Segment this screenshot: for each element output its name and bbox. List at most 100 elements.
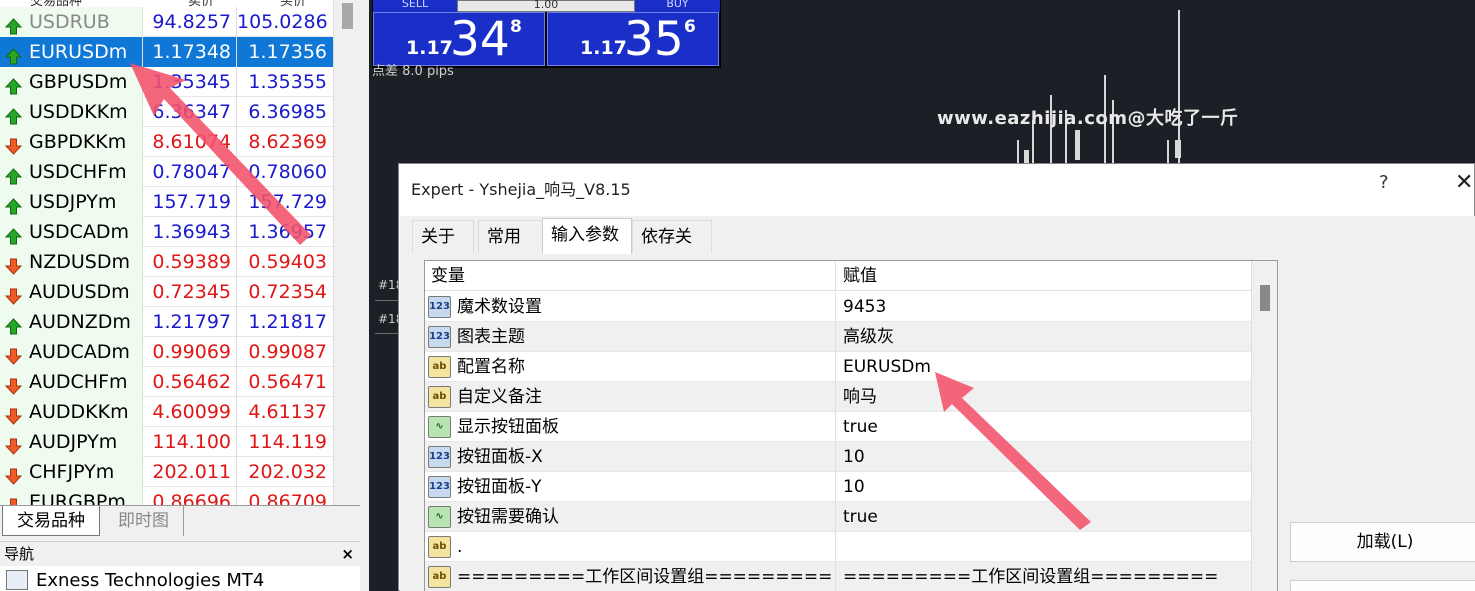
symbol-cell[interactable]: AUDUSDm [0, 277, 143, 307]
symbol-row[interactable]: AUDCHFm 0.56462 0.56471 [0, 367, 333, 397]
buy-price-pips: 35 [624, 12, 684, 67]
column-divider [835, 502, 836, 532]
sell-price-button[interactable]: 1.17 34 8 [373, 12, 545, 66]
navigator-account-item[interactable]: Exness Technologies MT4 [0, 566, 360, 591]
ask-price: 8.62369 [248, 131, 327, 153]
market-watch-scrollbar[interactable] [333, 0, 360, 505]
sell-price-pips: 34 [450, 12, 510, 67]
parameter-row[interactable]: ab 配置名称 EURUSDm [425, 352, 1251, 382]
parameter-value[interactable]: =========工作区间设置组========= [843, 562, 1218, 591]
symbol-cell[interactable]: USDCADm [0, 217, 143, 247]
symbol-name: USDCHFm [29, 161, 127, 183]
symbol-cell[interactable]: USDJPYm [0, 187, 143, 217]
bid-price: 0.59389 [143, 247, 237, 277]
parameter-row[interactable]: ∿ 显示按钮面板 true [425, 412, 1251, 442]
parameter-name: 图表主题 [457, 327, 525, 347]
spread-readout: 点差 8.0 pips [372, 64, 454, 79]
column-value[interactable]: 赋值 [843, 261, 877, 291]
parameter-row[interactable]: ab =========工作区间设置组========= =========工作区间… [425, 562, 1251, 591]
arrow-down-icon [4, 284, 23, 305]
column-divider [835, 352, 836, 382]
symbol-row[interactable]: AUDDKKm 4.60099 4.61137 [0, 397, 333, 427]
load-button[interactable]: 加载(L) [1290, 522, 1475, 562]
symbol-row[interactable]: CHFJPYm 202.011 202.032 [0, 457, 333, 487]
symbol-cell[interactable]: GBPDKKm [0, 127, 143, 157]
parameter-value[interactable]: 10 [843, 442, 865, 472]
buy-label[interactable]: BUY [635, 0, 720, 12]
help-icon[interactable]: ? [1379, 172, 1389, 193]
symbol-cell[interactable]: EURUSDm [0, 37, 143, 67]
column-variable[interactable]: 变量 [431, 261, 465, 291]
parameter-value[interactable]: true [843, 502, 878, 532]
symbol-cell[interactable]: AUDCADm [0, 337, 143, 367]
tab-tick-chart[interactable]: 即时图 [104, 506, 184, 536]
tab-about[interactable]: 关于 [412, 220, 474, 253]
symbol-row[interactable]: AUDUSDm 0.72345 0.72354 [0, 277, 333, 307]
close-icon[interactable]: ✕ [1455, 170, 1473, 195]
symbol-row[interactable]: GBPDKKm 8.61074 8.62369 [0, 127, 333, 157]
parameter-row[interactable]: ∿ 按钮需要确认 true [425, 502, 1251, 532]
tab-inputs[interactable]: 输入参数 [542, 218, 632, 254]
grid-scrollbar[interactable] [1251, 261, 1277, 591]
symbol-cell[interactable]: EURGBPm [0, 487, 143, 505]
parameter-value[interactable]: 响马 [843, 382, 877, 412]
parameter-value[interactable]: 9453 [843, 292, 886, 322]
parameter-value[interactable]: true [843, 412, 878, 442]
parameter-row[interactable]: ab 自定义备注 响马 [425, 382, 1251, 412]
ask-price: 1.21817 [248, 311, 327, 333]
parameter-row[interactable]: ab. [425, 532, 1251, 562]
symbol-row[interactable]: EURUSDm 1.17348 1.17356 [0, 37, 333, 67]
bool-type-icon: ∿ [428, 506, 451, 528]
symbol-row[interactable]: NZDUSDm 0.59389 0.59403 [0, 247, 333, 277]
symbol-row[interactable]: EURGBPm 0.86696 0.86709 [0, 487, 333, 505]
scroll-thumb[interactable] [1260, 285, 1270, 311]
parameter-row[interactable]: 123 按钮面板-X 10 [425, 442, 1251, 472]
close-icon[interactable]: × [341, 542, 354, 566]
tab-common[interactable]: 常用 [478, 220, 544, 253]
symbol-cell[interactable]: AUDCHFm [0, 367, 143, 397]
sell-label[interactable]: SELL [373, 0, 457, 12]
tab-dependencies[interactable]: 依存关系 [632, 220, 712, 280]
symbol-cell[interactable]: AUDNZDm [0, 307, 143, 337]
symbol-row[interactable]: USDJPYm 157.719 157.729 [0, 187, 333, 217]
symbol-row[interactable]: GBPUSDm 1.35345 1.35355 [0, 67, 333, 97]
symbol-cell[interactable]: USDCHFm [0, 157, 143, 187]
symbol-cell[interactable]: USDRUB [0, 7, 143, 37]
parameter-value[interactable]: 10 [843, 472, 865, 502]
symbol-row[interactable]: USDRUB 94.8257 105.0286 [0, 7, 333, 37]
save-button[interactable] [1290, 580, 1475, 591]
string-type-icon: ab [428, 386, 451, 408]
navigator-title: 导航 [4, 545, 35, 563]
bid-price: 0.78047 [143, 157, 237, 187]
symbol-cell[interactable]: USDDKKm [0, 97, 143, 127]
symbol-row[interactable]: USDCADm 1.36943 1.36957 [0, 217, 333, 247]
column-divider[interactable] [835, 261, 836, 291]
lot-size-input[interactable]: 1.00 [457, 0, 635, 12]
symbol-row[interactable]: AUDNZDm 1.21797 1.21817 [0, 307, 333, 337]
symbol-row[interactable]: AUDJPYm 114.100 114.119 [0, 427, 333, 457]
symbol-row[interactable]: AUDCADm 0.99069 0.99087 [0, 337, 333, 367]
parameter-row[interactable]: 123 图表主题 高级灰 [425, 322, 1251, 352]
arrow-up-icon [4, 314, 23, 335]
symbol-cell[interactable]: NZDUSDm [0, 247, 143, 277]
ask-price: 1.36957 [248, 221, 327, 243]
buy-price-button[interactable]: 1.17 35 6 [547, 12, 719, 66]
symbol-row[interactable]: USDDKKm 6.36347 6.36985 [0, 97, 333, 127]
symbol-cell[interactable]: AUDJPYm [0, 427, 143, 457]
parameter-value[interactable]: 高级灰 [843, 322, 894, 352]
symbol-cell[interactable]: AUDDKKm [0, 397, 143, 427]
ask-price: 157.729 [248, 191, 327, 213]
symbol-cell[interactable]: CHFJPYm [0, 457, 143, 487]
parameter-value[interactable]: EURUSDm [843, 352, 931, 382]
symbol-cell[interactable]: GBPUSDm [0, 67, 143, 97]
parameter-name: =========工作区间设置组========= [457, 567, 833, 587]
panel-splitter[interactable] [360, 0, 369, 591]
arrow-down-icon [4, 374, 23, 395]
scroll-thumb[interactable] [342, 3, 353, 29]
parameter-row[interactable]: 123 按钮面板-Y 10 [425, 472, 1251, 502]
bid-price: 0.72345 [143, 277, 237, 307]
tab-symbols[interactable]: 交易品种 [2, 506, 100, 536]
ask-price: 0.56471 [248, 371, 327, 393]
parameter-row[interactable]: 123 魔术数设置 9453 [425, 292, 1251, 322]
symbol-row[interactable]: USDCHFm 0.78047 0.78060 [0, 157, 333, 187]
